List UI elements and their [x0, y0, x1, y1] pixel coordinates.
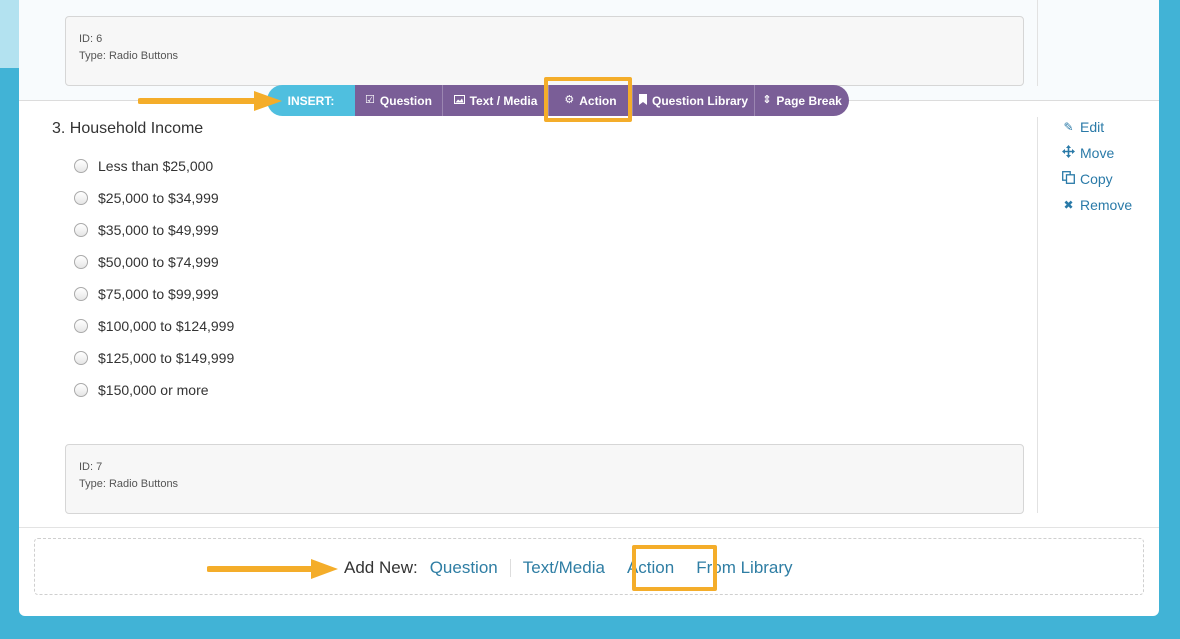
- insert-text-media-button[interactable]: Text / Media: [443, 85, 549, 116]
- answer-option[interactable]: $100,000 to $124,999: [74, 310, 234, 342]
- option-label: $100,000 to $124,999: [98, 318, 235, 334]
- radio-button[interactable]: [74, 223, 88, 237]
- add-new-label: Add New:: [344, 557, 418, 577]
- option-label: $75,000 to $99,999: [98, 286, 219, 302]
- section-divider: [19, 527, 1159, 528]
- answer-option[interactable]: $150,000 or more: [74, 374, 234, 406]
- option-label: Less than $25,000: [98, 158, 214, 174]
- arrow-icon: [138, 91, 282, 111]
- column-divider: [1037, 0, 1038, 86]
- copy-label: Copy: [1080, 171, 1113, 187]
- insert-text-media-label: Text / Media: [469, 93, 538, 108]
- radio-button[interactable]: [74, 319, 88, 333]
- radio-button[interactable]: [74, 159, 88, 173]
- remove-icon: ✖: [1063, 198, 1074, 212]
- insert-question-library-label: Question Library: [651, 93, 749, 108]
- insert-question-library-button[interactable]: Question Library: [633, 85, 755, 116]
- insert-page-break-label: Page Break: [776, 93, 842, 108]
- question-type: Type: Radio Buttons: [79, 478, 179, 490]
- add-question-link[interactable]: Question: [430, 558, 498, 578]
- add-action-highlight-box: [632, 545, 717, 591]
- option-label: $150,000 or more: [98, 382, 209, 398]
- sort-icon: ⇕: [762, 94, 772, 106]
- radio-button[interactable]: [74, 383, 88, 397]
- copy-icon: [1062, 171, 1075, 187]
- remove-label: Remove: [1080, 197, 1133, 213]
- answer-options: Less than $25,000 $25,000 to $34,999 $35…: [74, 150, 234, 406]
- answer-option[interactable]: $125,000 to $149,999: [74, 342, 234, 374]
- edit-label: Edit: [1080, 119, 1105, 135]
- edit-link[interactable]: ✎ Edit: [1062, 114, 1132, 140]
- move-icon: [1062, 145, 1075, 161]
- question-actions: ✎ Edit Move Copy ✖ Remove: [1062, 114, 1132, 218]
- answer-option[interactable]: $50,000 to $74,999: [74, 246, 234, 278]
- copy-link[interactable]: Copy: [1062, 166, 1132, 192]
- option-label: $35,000 to $49,999: [98, 222, 219, 238]
- column-divider: [1037, 117, 1038, 513]
- option-label: $125,000 to $149,999: [98, 350, 235, 366]
- answer-option[interactable]: Less than $25,000: [74, 150, 234, 182]
- add-new-row: Add New: Question Text/Media Action From…: [344, 539, 793, 596]
- pencil-icon: ✎: [1063, 120, 1074, 134]
- radio-button[interactable]: [74, 351, 88, 365]
- move-link[interactable]: Move: [1062, 140, 1132, 166]
- question-id: ID: 7: [79, 461, 103, 473]
- answer-option[interactable]: $25,000 to $34,999: [74, 182, 234, 214]
- action-highlight-box: [544, 77, 632, 122]
- bookmark-icon: [638, 93, 647, 108]
- question-info-box: ID: 6 Type: Radio Buttons: [65, 16, 1024, 86]
- arrow-icon: [207, 559, 338, 579]
- question-title: 3. Household Income: [52, 120, 204, 137]
- question-id: ID: 6: [79, 33, 103, 45]
- add-text-media-link[interactable]: Text/Media: [523, 558, 605, 578]
- insert-page-break-button[interactable]: ⇕ Page Break: [755, 85, 849, 116]
- remove-link[interactable]: ✖ Remove: [1062, 192, 1132, 218]
- add-new-bar: Add New: Question Text/Media Action From…: [34, 538, 1144, 595]
- insert-question-button[interactable]: ☑ Question: [355, 85, 443, 116]
- answer-option[interactable]: $35,000 to $49,999: [74, 214, 234, 246]
- question-type: Type: Radio Buttons: [79, 50, 179, 62]
- question-info-box: ID: 7 Type: Radio Buttons: [65, 444, 1024, 514]
- answer-option[interactable]: $75,000 to $99,999: [74, 278, 234, 310]
- insert-question-label: Question: [379, 93, 432, 108]
- link-divider: [509, 558, 511, 577]
- option-label: $50,000 to $74,999: [98, 254, 219, 270]
- radio-button[interactable]: [74, 287, 88, 301]
- radio-button[interactable]: [74, 255, 88, 269]
- radio-button[interactable]: [74, 191, 88, 205]
- left-sidebar-edge: [0, 0, 19, 68]
- option-label: $25,000 to $34,999: [98, 190, 219, 206]
- move-label: Move: [1080, 145, 1115, 161]
- check-square-icon: ☑: [365, 94, 375, 106]
- image-icon: [453, 94, 465, 107]
